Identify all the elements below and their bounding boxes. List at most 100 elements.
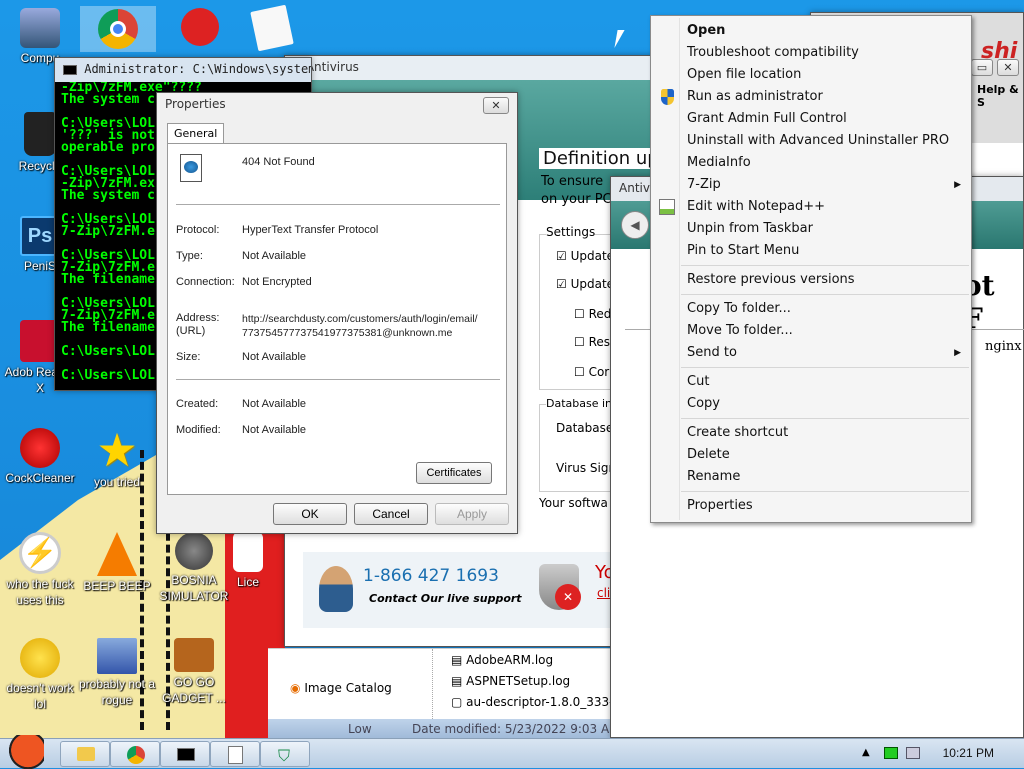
menu-item-mediainfo[interactable]: MediaInfo: [651, 152, 971, 174]
start-button[interactable]: [4, 735, 52, 769]
created-label: Created:: [176, 398, 219, 410]
warning-link[interactable]: cli: [597, 586, 610, 600]
warning-shield-icon: ✕: [539, 564, 581, 610]
protocol-value: HyperText Transfer Protocol: [242, 224, 379, 236]
menu-item-unpin-from-taskbar[interactable]: Unpin from Taskbar: [651, 218, 971, 240]
close-button[interactable]: ✕: [997, 59, 1019, 76]
menu-item-label: Create shortcut: [687, 425, 789, 440]
document-icon: [250, 4, 294, 52]
menu-item-edit-with-notepad[interactable]: Edit with Notepad++: [651, 196, 971, 218]
menu-item-restore-previous-versions[interactable]: Restore previous versions: [651, 269, 971, 291]
file-item[interactable]: ▢ au-descriptor-1.8.0_333-: [451, 695, 614, 709]
briefcase-icon: [174, 638, 214, 672]
menu-item-label: Open file location: [687, 67, 802, 82]
help-link[interactable]: Help & S: [977, 83, 1023, 109]
menu-item-rename[interactable]: Rename: [651, 466, 971, 488]
menu-item-label: Run as administrator: [687, 89, 823, 104]
battery-icon[interactable]: [884, 747, 898, 759]
taskbar-cmd[interactable]: [160, 741, 210, 767]
menu-item-label: Uninstall with Advanced Uninstaller PRO: [687, 133, 950, 148]
file-item[interactable]: ▤ ASPNETSetup.log: [451, 674, 570, 688]
menu-item-send-to[interactable]: Send to ▶: [651, 342, 971, 364]
cmd-icon: [177, 748, 195, 761]
menu-separator: [681, 418, 969, 419]
ok-button[interactable]: OK: [273, 503, 347, 525]
angry-bird-icon: [181, 8, 219, 46]
desktop-icon-gadget[interactable]: GO GO GADGET ...: [154, 638, 234, 706]
address-value[interactable]: http://searchdusty.com/customers/auth/lo…: [242, 313, 478, 325]
html-file-icon: [180, 154, 202, 182]
address-value-line2[interactable]: 773754577737541977375381@unknown.me: [242, 327, 452, 339]
menu-item-run-as-administrator[interactable]: Run as administrator: [651, 86, 971, 108]
menu-item-open[interactable]: Open: [651, 20, 971, 42]
menu-item-copy[interactable]: Copy: [651, 393, 971, 415]
chrome-icon: [127, 746, 145, 764]
properties-dialog[interactable]: Properties ✕ General 404 Not Found Proto…: [156, 92, 518, 534]
desktop-icon-who-uses-this[interactable]: ⚡ who the fuck uses this: [0, 532, 80, 608]
desktop-icon-document[interactable]: [232, 4, 312, 52]
close-button[interactable]: ✕: [483, 97, 509, 114]
menu-item-move-to-folder[interactable]: Move To folder...: [651, 320, 971, 342]
update-checkbox-1[interactable]: ☑ Update: [556, 249, 614, 263]
file-item[interactable]: ▤ AdobeARM.log: [451, 653, 553, 667]
menu-item-cut[interactable]: Cut: [651, 371, 971, 393]
mouse-cursor-icon: [614, 30, 625, 48]
certificates-button[interactable]: Certificates: [416, 462, 492, 484]
res-checkbox[interactable]: ☐ Res: [574, 335, 610, 349]
submenu-arrow-icon: ▶: [954, 348, 961, 358]
menu-item-create-shortcut[interactable]: Create shortcut: [651, 422, 971, 444]
menu-item-copy-to-folder[interactable]: Copy To folder...: [651, 298, 971, 320]
explorer-pane: ◉ Image Catalog ▤ AdobeARM.log ▤ ASPNETS…: [268, 648, 620, 739]
cmd-icon: [63, 64, 77, 75]
menu-item-7-zip[interactable]: 7-Zip ▶: [651, 174, 971, 196]
desktop-icon-not-a-rogue[interactable]: probably not a rogue: [77, 638, 157, 708]
window-title: Administrator: C:\Windows\system32: [84, 62, 311, 76]
con-checkbox[interactable]: ☐ Cor: [574, 365, 609, 379]
database-label: Database: [556, 421, 614, 435]
menu-item-pin-to-start-menu[interactable]: Pin to Start Menu: [651, 240, 971, 262]
desktop-icon-cockcleaner[interactable]: CockCleaner: [0, 428, 80, 486]
taskbar-antivirus[interactable]: ⛉: [260, 741, 310, 767]
desktop-icon-you-tried[interactable]: ★ you tried: [77, 427, 157, 490]
type-value: Not Available: [242, 250, 307, 262]
menu-item-properties[interactable]: Properties: [651, 495, 971, 517]
network-icon[interactable]: [906, 747, 920, 759]
image-catalog-item[interactable]: ◉ Image Catalog: [290, 681, 392, 695]
desktop-icon-yahoo[interactable]: doesn't work lol: [0, 638, 80, 712]
minimize-button[interactable]: ▭: [971, 59, 993, 76]
taskbar-explorer[interactable]: [60, 741, 110, 767]
update-checkbox-2[interactable]: ☑ Update: [556, 277, 614, 291]
file-icon: ▢: [451, 695, 463, 709]
back-arrow-icon[interactable]: ◀: [621, 211, 649, 239]
antivirus-titlebar[interactable]: ⛉ Antivirus: [285, 56, 673, 80]
menu-item-label: Delete: [687, 447, 730, 462]
taskbar-chrome[interactable]: [110, 741, 160, 767]
cmd-titlebar[interactable]: Administrator: C:\Windows\system32: [55, 58, 311, 82]
computer-icon: [20, 8, 60, 48]
desktop-icon-beep-beep[interactable]: BEEP BEEP: [77, 532, 157, 594]
shield-icon: [661, 89, 674, 105]
taskbar: ⛉ ▲ 10:21 PM: [0, 735, 1024, 769]
address-label: Address:: [176, 312, 220, 324]
red-checkbox[interactable]: ☐ Red: [574, 307, 611, 321]
menu-item-troubleshoot-compatibility[interactable]: Troubleshoot compatibility: [651, 42, 971, 64]
apply-button[interactable]: Apply: [435, 503, 509, 525]
menu-item-grant-admin-full-control[interactable]: Grant Admin Full Control: [651, 108, 971, 130]
menu-item-label: Cut: [687, 374, 710, 389]
connection-value: Not Encrypted: [242, 276, 312, 288]
show-hidden-icons-icon[interactable]: ▲: [862, 747, 870, 758]
desktop-icon-angry-birds[interactable]: [160, 8, 240, 48]
taskbar-clock[interactable]: 10:21 PM: [943, 746, 994, 760]
menu-item-uninstall-with-advanced-uninstaller-pro[interactable]: Uninstall with Advanced Uninstaller PRO: [651, 130, 971, 152]
file-list: ▤ AdobeARM.log ▤ ASPNETSetup.log ▢ au-de…: [432, 649, 614, 719]
desktop-icon-chrome[interactable]: [80, 6, 156, 52]
properties-titlebar[interactable]: Properties: [157, 93, 517, 117]
menu-item-label: Rename: [687, 469, 741, 484]
cancel-button[interactable]: Cancel: [354, 503, 428, 525]
tab-general[interactable]: General: [167, 123, 225, 143]
taskbar-notepad[interactable]: [210, 741, 260, 767]
chrome-icon: [98, 9, 138, 49]
menu-item-open-file-location[interactable]: Open file location: [651, 64, 971, 86]
menu-item-delete[interactable]: Delete: [651, 444, 971, 466]
desktop-icon-lice[interactable]: Lice: [218, 532, 278, 590]
